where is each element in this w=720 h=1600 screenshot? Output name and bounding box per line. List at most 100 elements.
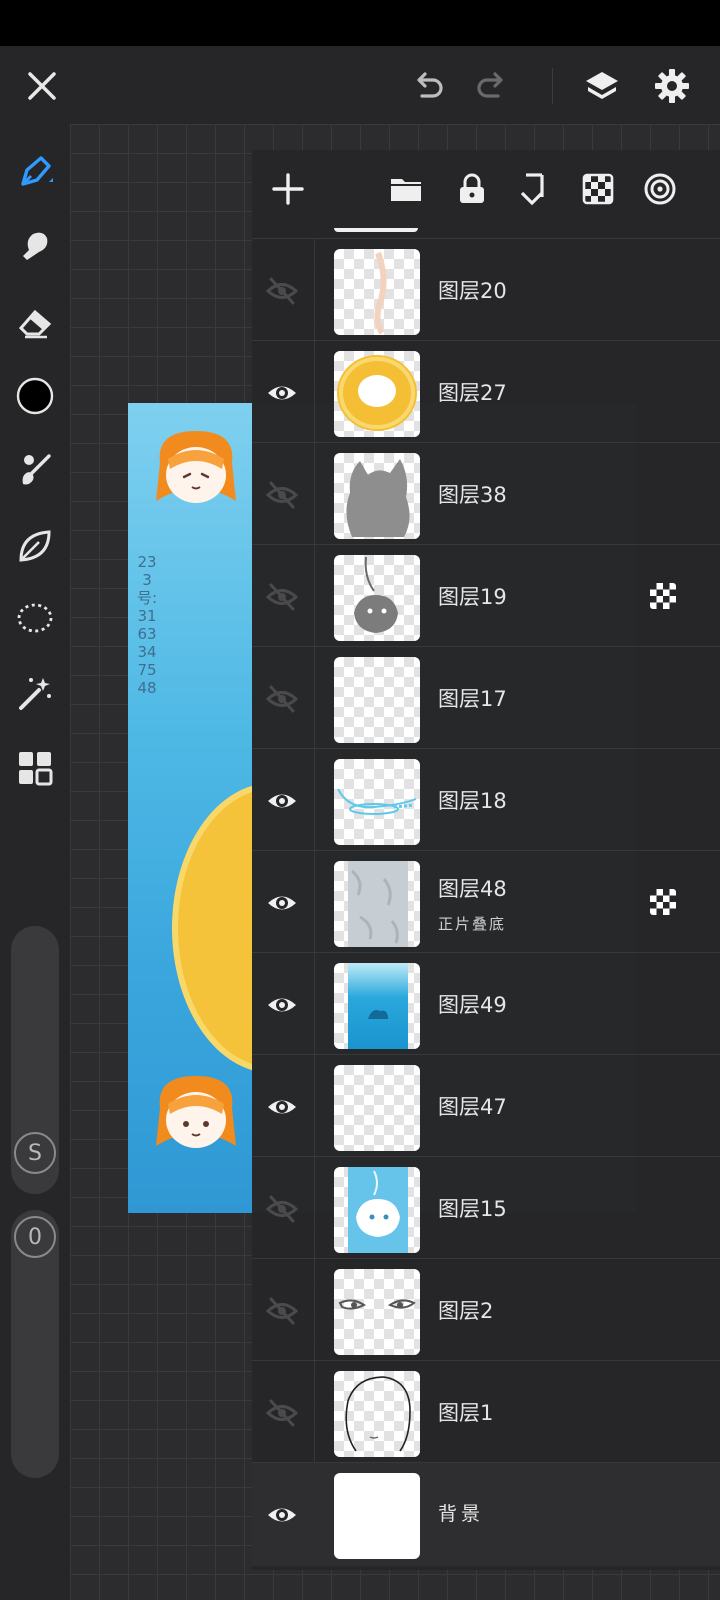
clipping-icon[interactable]: [648, 887, 678, 917]
layer-row[interactable]: 图层38: [252, 442, 720, 547]
clipping-icon[interactable]: [648, 581, 678, 611]
add-layer-icon[interactable]: [268, 169, 308, 209]
layer-name: 图层47: [438, 1095, 507, 1119]
layer-name: 图层20: [438, 279, 507, 303]
gear-icon[interactable]: [650, 64, 694, 108]
close-icon[interactable]: [20, 64, 64, 108]
layer-thumbnail: [334, 861, 420, 947]
swim-ring: [172, 783, 252, 1073]
undo-icon[interactable]: [406, 64, 450, 108]
layer-thumbnail: [334, 1371, 420, 1457]
status-bar: [0, 0, 720, 46]
layer-name: 图层18: [438, 789, 507, 813]
row-divider: [314, 545, 315, 649]
layer-name: 图层38: [438, 483, 507, 507]
eye-visible-icon[interactable]: [260, 985, 304, 1025]
layer-row[interactable]: 图层20: [252, 238, 720, 343]
blend-icon[interactable]: [640, 169, 680, 209]
brush-icon[interactable]: [13, 448, 57, 492]
layer-name: 背景: [438, 1503, 485, 1525]
magic-wand-icon[interactable]: [13, 672, 57, 716]
layer-thumbnail: [334, 351, 420, 437]
merge-down-icon[interactable]: [516, 169, 556, 209]
layer-row[interactable]: 图层27: [252, 340, 720, 445]
eye-visible-icon[interactable]: [260, 883, 304, 923]
layer-name: 图层48: [438, 877, 507, 901]
pen-icon[interactable]: [13, 150, 57, 194]
layer-row[interactable]: 图层2: [252, 1258, 720, 1363]
layer-row[interactable]: 图层17: [252, 646, 720, 751]
layer-name: 图层19: [438, 585, 507, 609]
eye-visible-icon[interactable]: [260, 1087, 304, 1127]
eye-hidden-icon[interactable]: [260, 1291, 304, 1331]
row-divider: [314, 443, 315, 547]
transparency-icon[interactable]: [578, 169, 618, 209]
layer-row[interactable]: 图层19: [252, 544, 720, 649]
layer-row[interactable]: 图层18: [252, 748, 720, 853]
layers-icon[interactable]: [580, 64, 624, 108]
layer-row[interactable]: 图层1: [252, 1360, 720, 1465]
layer-row[interactable]: 图层15: [252, 1156, 720, 1261]
brush-size-slider[interactable]: S: [11, 926, 59, 1194]
eye-hidden-icon[interactable]: [260, 271, 304, 311]
opacity-slider[interactable]: 0: [11, 1210, 59, 1478]
top-toolbar: [0, 46, 720, 124]
eye-visible-icon[interactable]: [260, 373, 304, 413]
smudge-icon[interactable]: [13, 224, 57, 268]
row-divider: [314, 1157, 315, 1261]
eye-hidden-icon[interactable]: [260, 679, 304, 719]
artwork-vertical-text: 233号:3163347548: [136, 553, 158, 697]
layer-thumbnail: [334, 657, 420, 743]
chibi-face-top: [156, 431, 236, 503]
eye-hidden-icon[interactable]: [260, 577, 304, 617]
eye-hidden-icon[interactable]: [260, 475, 304, 515]
tool-sidebar: S 0: [0, 124, 70, 1600]
layer-thumbnail: [334, 555, 420, 641]
color-swatch[interactable]: [13, 374, 57, 418]
row-divider: [314, 851, 315, 955]
layer-thumbnail: [334, 963, 420, 1049]
layer-blend-mode: 正片叠底: [438, 915, 507, 933]
layer-thumbnail: [334, 1065, 420, 1151]
grid-icon[interactable]: [13, 746, 57, 790]
layer-name: 图层15: [438, 1197, 507, 1221]
layer-thumbnail: [334, 249, 420, 335]
layer-name: 图层27: [438, 381, 507, 405]
layer-thumbnail: [334, 1473, 420, 1559]
opacity-slider-knob[interactable]: 0: [14, 1216, 56, 1258]
row-divider: [314, 953, 315, 1057]
lock-icon[interactable]: [452, 169, 492, 209]
layer-thumbnail: [334, 759, 420, 845]
eye-hidden-icon[interactable]: [260, 1393, 304, 1433]
layer-name: 图层49: [438, 993, 507, 1017]
layers-toolbar: [252, 150, 720, 228]
layer-thumbnail-partial: [334, 228, 418, 232]
lasso-icon[interactable]: [13, 598, 57, 642]
layer-name: 图层1: [438, 1401, 494, 1425]
size-slider-knob[interactable]: S: [14, 1132, 56, 1174]
row-divider: [314, 749, 315, 853]
folder-icon[interactable]: [386, 169, 426, 209]
background-layer-row[interactable]: 背景: [252, 1462, 720, 1566]
layer-thumbnail: [334, 1167, 420, 1253]
layer-thumbnail: [334, 453, 420, 539]
chibi-face-bottom: [156, 1076, 236, 1148]
layer-row[interactable]: 图层48 正片叠底: [252, 850, 720, 955]
toolbar-divider: [552, 68, 553, 104]
artwork-preview: 233号:3163347548: [128, 403, 252, 1213]
eye-visible-icon[interactable]: [260, 1495, 304, 1535]
layer-row[interactable]: 图层47: [252, 1054, 720, 1159]
row-divider: [314, 341, 315, 445]
redo-icon[interactable]: [470, 64, 514, 108]
row-divider: [314, 1259, 315, 1363]
row-divider: [314, 239, 315, 343]
leaf-icon[interactable]: [13, 524, 57, 568]
eye-hidden-icon[interactable]: [260, 1189, 304, 1229]
layer-row[interactable]: 图层49: [252, 952, 720, 1057]
layers-panel: 图层20 图层27 图层38 图层19 图层17 图层18 图层48 正片叠底 …: [252, 150, 720, 1570]
eraser-icon[interactable]: [13, 300, 57, 344]
row-divider: [314, 1361, 315, 1465]
row-divider: [314, 647, 315, 751]
layer-name: 图层2: [438, 1299, 494, 1323]
eye-visible-icon[interactable]: [260, 781, 304, 821]
